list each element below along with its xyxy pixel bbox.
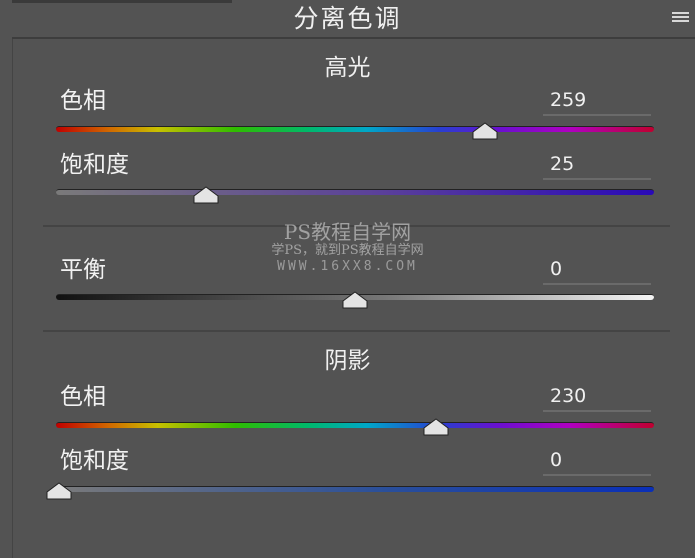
highlights-hue-label: 色相 (60, 88, 106, 114)
split-toning-panel: 分离色调 高光 色相 259 饱和度 25 PS教程自学网 学PS，就到PS教程… (0, 0, 695, 558)
panel-frame-edge (12, 38, 13, 558)
balance-value[interactable]: 0 (543, 255, 651, 285)
shadows-saturation-label: 饱和度 (60, 448, 129, 474)
shadows-hue-value[interactable]: 230 (543, 382, 651, 412)
shadows-saturation-thumb[interactable] (45, 482, 73, 500)
balance-label: 平衡 (60, 257, 106, 283)
shadows-heading: 阴影 (324, 348, 371, 374)
highlights-saturation-value[interactable]: 25 (543, 150, 651, 180)
shadows-saturation-slider[interactable] (56, 486, 654, 492)
highlights-hue-value[interactable]: 259 (543, 86, 651, 116)
title-divider (12, 37, 695, 39)
watermark-title: PS教程自学网 (283, 220, 412, 244)
shadows-saturation-value[interactable]: 0 (543, 446, 651, 476)
shadows-hue-slider[interactable] (56, 422, 654, 428)
highlights-hue-slider[interactable] (56, 126, 654, 132)
highlights-saturation-thumb[interactable] (192, 186, 220, 204)
highlights-heading: 高光 (324, 55, 371, 81)
panel-title: 分离色调 (293, 4, 402, 33)
highlights-saturation-label: 饱和度 (60, 152, 129, 178)
balance-thumb[interactable] (341, 291, 369, 309)
highlights-hue-thumb[interactable] (471, 122, 499, 140)
shadows-hue-thumb[interactable] (422, 418, 450, 436)
highlights-saturation-slider[interactable] (56, 189, 654, 195)
hamburger-menu-icon[interactable] (672, 12, 689, 24)
shadows-hue-label: 色相 (60, 384, 106, 410)
section-divider (43, 330, 670, 332)
